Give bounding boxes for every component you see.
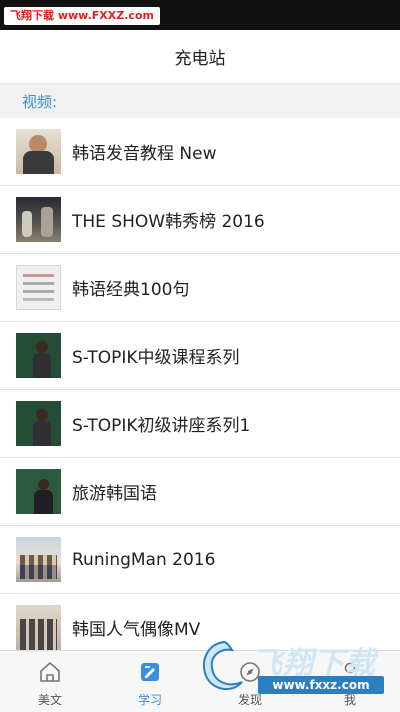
video-item[interactable]: RuningMan 2016: [0, 526, 400, 594]
video-title: RuningMan 2016: [72, 549, 216, 570]
video-title: THE SHOW韩秀榜 2016: [72, 212, 265, 232]
video-thumbnail: [16, 401, 61, 446]
tab-label: 学习: [137, 693, 162, 707]
video-title: 韩语发音教程 New: [72, 144, 217, 164]
tab-label: 发现: [237, 693, 262, 707]
video-item[interactable]: 韩语发音教程 New: [0, 118, 400, 186]
tab-xuexi[interactable]: 学习: [100, 651, 200, 712]
video-item[interactable]: THE SHOW韩秀榜 2016: [0, 186, 400, 254]
video-thumbnail: [16, 129, 61, 174]
video-item[interactable]: 韩语经典100句: [0, 254, 400, 322]
video-title: 韩语经典100句: [72, 280, 190, 300]
watermark-badge: 飞翔下载 www.FXXZ.com: [4, 7, 160, 25]
section-header: 视频:: [0, 84, 400, 118]
status-bar: 飞翔下载 www.FXXZ.com: [0, 0, 400, 30]
tab-wo[interactable]: 我: [300, 651, 400, 712]
video-list: 韩语发音教程 New THE SHOW韩秀榜 2016 韩语经典100句 S-T…: [0, 118, 400, 662]
video-thumbnail: [16, 537, 61, 582]
video-title: S-TOPIK初级讲座系列1: [72, 416, 251, 436]
page-title: 充电站: [174, 49, 226, 69]
navigation-bar: 充电站: [0, 30, 400, 84]
video-title: 韩国人气偶像MV: [72, 620, 201, 640]
profile-icon: [340, 662, 360, 682]
discover-icon: [240, 662, 260, 682]
tab-label: 美文: [37, 693, 62, 707]
study-icon: [141, 663, 159, 681]
video-item[interactable]: S-TOPIK初级讲座系列1: [0, 390, 400, 458]
section-label-videos: 视频:: [22, 92, 58, 111]
video-item[interactable]: S-TOPIK中级课程系列: [0, 322, 400, 390]
video-thumbnail: [16, 605, 61, 650]
tab-faxian[interactable]: 发现: [200, 651, 300, 712]
home-icon: [40, 662, 60, 682]
video-thumbnail: [16, 469, 61, 514]
bottom-tab-bar: 美文 学习 发现 我: [0, 650, 400, 712]
tab-label: 我: [343, 693, 356, 707]
tab-meiwen[interactable]: 美文: [0, 651, 100, 712]
video-thumbnail: [16, 265, 61, 310]
video-item[interactable]: 旅游韩国语: [0, 458, 400, 526]
video-thumbnail: [16, 197, 61, 242]
video-title: 旅游韩国语: [72, 484, 157, 504]
video-thumbnail: [16, 333, 61, 378]
video-title: S-TOPIK中级课程系列: [72, 348, 240, 368]
